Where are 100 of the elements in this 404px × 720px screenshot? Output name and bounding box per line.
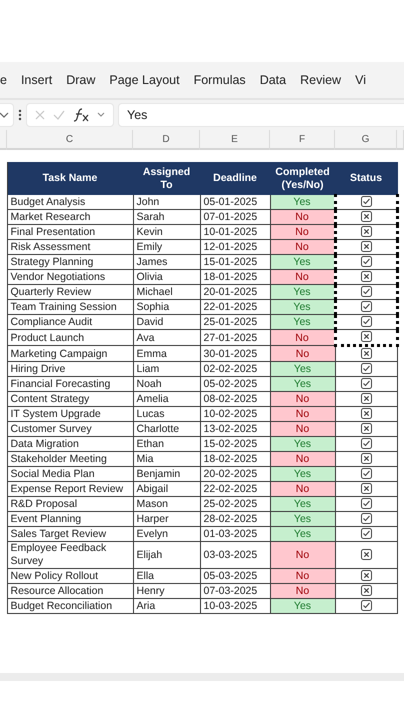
deadline-cell: 01-03-2025 [200,526,270,542]
task-cell: Quarterly Review [7,284,133,300]
chevron-down-icon[interactable] [0,110,9,120]
task-cell: Social Media Plan [7,466,133,482]
assignee-cell: Mason [133,496,200,512]
column-heading: Deadline [200,162,270,194]
assignee-cell: James [133,254,200,270]
completed-cell: No [270,346,335,362]
assignee-cell: Sarah [133,210,200,224]
deadline-cell: 28-02-2025 [200,512,270,526]
column-header[interactable]: G [335,130,397,150]
deadline-cell: 18-02-2025 [200,452,270,466]
ribbon-tab[interactable]: Insert [14,70,60,90]
assignee-cell: Ella [133,568,200,584]
task-cell: Event Planning [7,512,133,526]
deadline-cell: 15-01-2025 [200,254,270,270]
assignee-cell: Michael [133,284,200,300]
completed-cell: No [270,210,335,224]
completed-cell: Yes [270,194,335,210]
completed-cell: No [270,406,335,422]
completed-cell: Yes [270,284,335,300]
assignee-cell: Emily [133,240,200,254]
deadline-cell: 20-02-2025 [200,466,270,482]
assignee-cell: Benjamin [133,466,200,482]
task-cell: Data Migration [7,436,133,452]
assignee-cell: David [133,314,200,330]
column-header[interactable]: D [133,130,200,150]
deadline-cell: 13-02-2025 [200,422,270,436]
task-cell: Stakeholder Meeting [7,452,133,466]
deadline-cell: 10-01-2025 [200,224,270,240]
ribbon-tab[interactable]: Data [252,70,294,90]
task-cell: New Policy Rollout [7,568,133,584]
more-options-icon[interactable] [18,109,22,121]
task-cell: Team Training Session [7,300,133,314]
completed-cell: Yes [270,526,335,542]
assignee-cell: Charlotte [133,422,200,436]
task-cell: Sales Target Review [7,526,133,542]
deadline-cell: 25-02-2025 [200,496,270,512]
column-header[interactable]: E [200,130,270,150]
task-cell: Expense Report Review [7,482,133,496]
task-cell: R&D Proposal [7,496,133,512]
task-cell: Hiring Drive [7,362,133,376]
completed-cell: No [270,422,335,436]
ribbon-tab[interactable]: Formulas [186,70,253,90]
assignee-cell: Sophia [133,300,200,314]
completed-cell: Yes [270,512,335,526]
ribbon-tab[interactable]: Review [293,70,348,90]
assignee-cell: Henry [133,584,200,598]
completed-cell: No [270,270,335,284]
assignee-cell: Lucas [133,406,200,422]
function-icon[interactable] [73,108,89,122]
assignee-cell: Abigail [133,482,200,496]
deadline-cell: 18-01-2025 [200,270,270,284]
deadline-cell: 20-01-2025 [200,284,270,300]
formula-input[interactable]: Yes [118,103,404,127]
deadline-cell: 10-03-2025 [200,598,270,614]
assignee-cell: Kevin [133,224,200,240]
assignee-cell: Elijah [133,542,200,568]
assignee-cell: Amelia [133,392,200,406]
task-cell: Financial Forecasting [7,376,133,392]
assignee-cell: Ethan [133,436,200,452]
assignee-cell: Liam [133,362,200,376]
ribbon-tab[interactable]: e [0,70,14,90]
completed-cell: Yes [270,300,335,314]
assignee-cell: Mia [133,452,200,466]
completed-cell: Yes [270,376,335,392]
assignee-cell: Ava [133,330,200,346]
deadline-cell: 12-01-2025 [200,240,270,254]
deadline-cell: 10-02-2025 [200,406,270,422]
assignee-cell: John [133,194,200,210]
completed-cell: Yes [270,362,335,376]
ribbon-tab[interactable]: Vi [348,70,373,90]
ribbon-tab[interactable]: Page Layout [102,70,187,90]
column-header[interactable]: C [7,130,133,150]
completed-cell: No [270,584,335,598]
assignee-cell: Evelyn [133,526,200,542]
deadline-cell: 27-01-2025 [200,330,270,346]
completed-cell: No [270,240,335,254]
task-cell: Strategy Planning [7,254,133,270]
task-cell: Vendor Negotiations [7,270,133,284]
column-heading: Completed (Yes/No) [270,162,335,194]
column-header[interactable]: F [270,130,335,150]
deadline-cell: 30-01-2025 [200,346,270,362]
task-cell: Compliance Audit [7,314,133,330]
deadline-cell: 05-02-2025 [200,376,270,392]
assignee-cell: Emma [133,346,200,362]
deadline-cell: 02-02-2025 [200,362,270,376]
assignee-cell: Aria [133,598,200,614]
assignee-cell: Noah [133,376,200,392]
completed-cell: No [270,482,335,496]
deadline-cell: 15-02-2025 [200,436,270,452]
completed-cell: Yes [270,436,335,452]
column-heading: Assigned To [133,162,200,194]
deadline-cell: 08-02-2025 [200,392,270,406]
ribbon-tab[interactable]: Draw [59,70,102,90]
completed-cell: Yes [270,496,335,512]
assignee-cell: Harper [133,512,200,526]
chevron-down-icon[interactable] [97,111,105,119]
task-cell: Budget Analysis [7,194,133,210]
column-heading: Status [335,162,397,194]
